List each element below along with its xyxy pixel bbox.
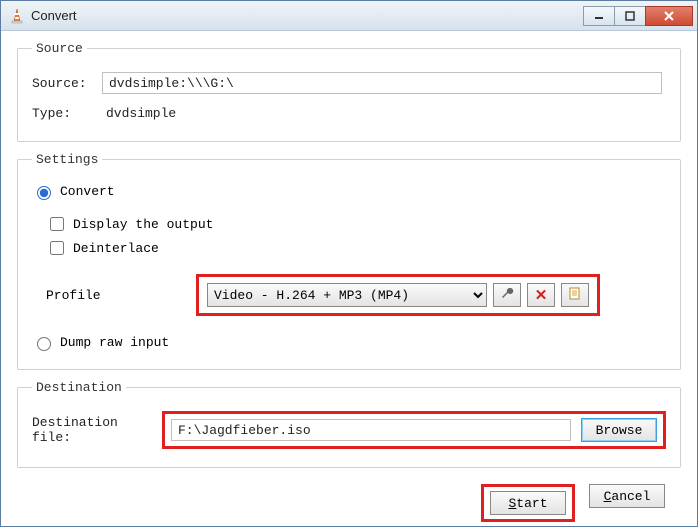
start-button[interactable]: Start <box>490 491 566 515</box>
destination-legend: Destination <box>32 380 126 395</box>
deinterlace-input[interactable] <box>50 241 64 255</box>
destination-highlight: Browse <box>162 411 666 449</box>
convert-dialog: Convert Source Source: Type: dvdsimple <box>0 0 698 527</box>
edit-profile-button[interactable] <box>493 283 521 307</box>
titlebar[interactable]: Convert <box>1 1 697 31</box>
type-label: Type: <box>32 106 102 121</box>
cancel-button[interactable]: Cancel <box>589 484 665 508</box>
window-title: Convert <box>31 8 584 23</box>
source-input[interactable] <box>102 72 662 94</box>
new-profile-button[interactable] <box>561 283 589 307</box>
profile-label: Profile <box>46 288 196 303</box>
delete-profile-button[interactable]: ✕ <box>527 283 555 307</box>
dump-radio-input[interactable] <box>37 337 51 351</box>
source-legend: Source <box>32 41 87 56</box>
wrench-icon <box>500 286 514 304</box>
start-highlight: Start <box>481 484 575 522</box>
delete-icon: ✕ <box>535 286 548 305</box>
maximize-button[interactable] <box>614 6 646 26</box>
source-group: Source Source: Type: dvdsimple <box>17 41 681 142</box>
destination-file-label: Destination file: <box>32 415 162 445</box>
profile-highlight: Video - H.264 + MP3 (MP4) ✕ <box>196 274 600 316</box>
convert-radio-label: Convert <box>60 184 115 199</box>
display-output-input[interactable] <box>50 217 64 231</box>
vlc-icon <box>9 8 25 24</box>
destination-group: Destination Destination file: Browse <box>17 380 681 468</box>
profile-select[interactable]: Video - H.264 + MP3 (MP4) <box>207 283 487 307</box>
close-button[interactable] <box>645 6 693 26</box>
display-output-label: Display the output <box>73 217 213 232</box>
minimize-button[interactable] <box>583 6 615 26</box>
settings-group: Settings Convert Display the output Dein… <box>17 152 681 370</box>
dump-radio-label: Dump raw input <box>60 335 169 350</box>
dump-radio[interactable]: Dump raw input <box>32 334 666 351</box>
deinterlace-label: Deinterlace <box>73 241 159 256</box>
browse-button[interactable]: Browse <box>581 418 657 442</box>
source-label: Source: <box>32 76 102 91</box>
deinterlace-checkbox[interactable]: Deinterlace <box>46 238 666 258</box>
convert-radio-input[interactable] <box>37 186 51 200</box>
convert-radio[interactable]: Convert <box>32 183 666 200</box>
new-profile-icon <box>568 286 582 304</box>
display-output-checkbox[interactable]: Display the output <box>46 214 666 234</box>
settings-legend: Settings <box>32 152 102 167</box>
destination-file-input[interactable] <box>171 419 571 441</box>
type-value: dvdsimple <box>102 104 180 123</box>
